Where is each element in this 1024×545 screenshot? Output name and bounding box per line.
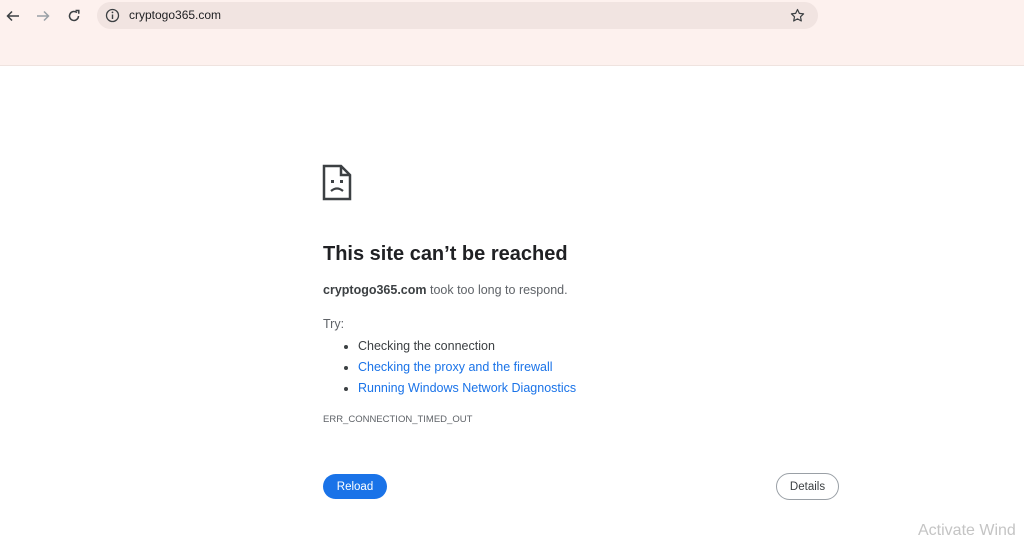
list-item: Checking the connection [358,336,576,357]
list-item: Running Windows Network Diagnostics [358,378,576,399]
sad-page-icon [322,164,352,201]
error-host: cryptogo365.com [323,283,427,297]
suggestion-network-diagnostics-link[interactable]: Running Windows Network Diagnostics [358,381,576,395]
suggestion-list: Checking the connection Checking the pro… [340,336,576,399]
reload-page-button[interactable] [63,5,85,27]
details-button[interactable]: Details [776,473,839,500]
error-message-suffix: took too long to respond. [426,283,568,297]
suggestion-check-connection: Checking the connection [358,339,495,353]
address-bar[interactable]: cryptogo365.com [97,2,818,29]
arrow-left-icon [6,10,19,22]
browser-toolbar: cryptogo365.com [0,0,1024,66]
info-icon[interactable] [105,8,120,23]
try-label: Try: [323,317,345,331]
reload-button[interactable]: Reload [323,474,387,499]
forward-button[interactable] [32,5,54,27]
suggestion-check-proxy-link[interactable]: Checking the proxy and the firewall [358,360,553,374]
reload-icon [68,9,80,22]
error-message: cryptogo365.com took too long to respond… [323,283,568,297]
url-text[interactable]: cryptogo365.com [129,8,221,22]
star-icon[interactable] [789,7,806,24]
list-item: Checking the proxy and the firewall [358,357,576,378]
error-title: This site can’t be reached [323,243,568,265]
back-button[interactable] [2,5,24,27]
error-code: ERR_CONNECTION_TIMED_OUT [323,414,473,425]
activation-watermark: Activate Wind [918,522,1016,539]
arrow-right-icon [37,10,50,22]
